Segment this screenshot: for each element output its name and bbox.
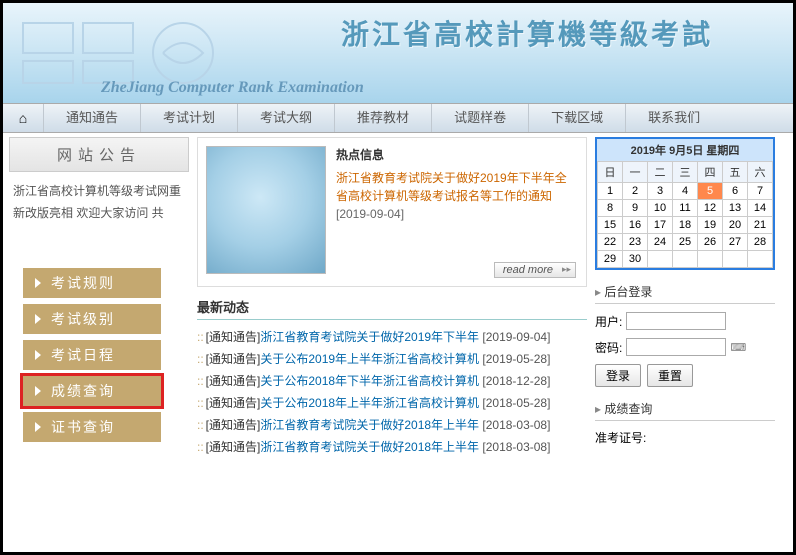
pass-label: 密码:: [595, 339, 622, 356]
news-item[interactable]: [通知通告]关于公布2018年下半年浙江省高校计算机 [2018-12-28]: [197, 370, 587, 392]
cal-day[interactable]: 17: [648, 217, 673, 234]
cal-weekday: 三: [673, 162, 698, 183]
hot-date: [2019-09-04]: [336, 207, 578, 221]
cal-day[interactable]: 14: [748, 200, 773, 217]
cal-day[interactable]: 4: [673, 183, 698, 200]
read-more-button[interactable]: read more: [494, 262, 576, 278]
cal-day[interactable]: 28: [748, 234, 773, 251]
cal-day[interactable]: 3: [648, 183, 673, 200]
banner: 浙江省高校計算機等級考試 ZheJiang Computer Rank Exam…: [3, 3, 793, 103]
user-label: 用户:: [595, 313, 622, 330]
cal-day[interactable]: 10: [648, 200, 673, 217]
cal-day[interactable]: 11: [673, 200, 698, 217]
nav-item-4[interactable]: 试题样卷: [431, 104, 528, 132]
cal-day: [723, 251, 748, 268]
sidebar-button-0[interactable]: 考试规则: [23, 268, 161, 298]
nav-item-2[interactable]: 考试大纲: [237, 104, 334, 132]
cal-day[interactable]: 2: [623, 183, 648, 200]
cal-day: [698, 251, 723, 268]
news-item[interactable]: [通知通告]浙江省教育考试院关于做好2018年上半年 [2018-03-08]: [197, 436, 587, 458]
cal-day[interactable]: 16: [623, 217, 648, 234]
nav-item-1[interactable]: 考试计划: [140, 104, 237, 132]
sidebar-button-2[interactable]: 考试日程: [23, 340, 161, 370]
score-field-label: 准考证号:: [595, 429, 646, 446]
user-input[interactable]: [626, 312, 726, 330]
score-heading: 成绩查询: [595, 397, 775, 421]
cal-day[interactable]: 18: [673, 217, 698, 234]
navbar: ⌂ 通知通告 考试计划 考试大纲 推荐教材 试题样卷 下载区域 联系我们: [3, 103, 793, 133]
cal-day[interactable]: 1: [598, 183, 623, 200]
hot-image: [206, 146, 326, 274]
nav-item-6[interactable]: 联系我们: [625, 104, 722, 132]
cal-day[interactable]: 24: [648, 234, 673, 251]
cal-day[interactable]: 19: [698, 217, 723, 234]
cal-day[interactable]: 30: [623, 251, 648, 268]
cal-day[interactable]: 26: [698, 234, 723, 251]
pass-input[interactable]: [626, 338, 726, 356]
login-button[interactable]: 登录: [595, 364, 641, 387]
cal-day: [748, 251, 773, 268]
news-item[interactable]: [通知通告]浙江省教育考试院关于做好2018年上半年 [2018-03-08]: [197, 414, 587, 436]
cal-day[interactable]: 6: [723, 183, 748, 200]
cal-day[interactable]: 25: [673, 234, 698, 251]
announcement-box: 浙江省高校计算机等级考试网重 新改版亮相 欢迎大家访问 共: [9, 172, 189, 232]
nav-item-3[interactable]: 推荐教材: [334, 104, 431, 132]
banner-title-cn: 浙江省高校計算機等級考試: [341, 13, 713, 53]
announce-line: 浙江省高校计算机等级考试网重: [13, 180, 185, 202]
cal-day[interactable]: 9: [623, 200, 648, 217]
nav-item-0[interactable]: 通知通告: [43, 104, 140, 132]
hot-info-box: 热点信息 浙江省教育考试院关于做好2019年下半年全省高校计算机等级考试报名等工…: [197, 137, 587, 287]
news-heading: 最新动态: [197, 297, 587, 320]
cal-weekday: 日: [598, 162, 623, 183]
cal-day[interactable]: 13: [723, 200, 748, 217]
cal-day[interactable]: 23: [623, 234, 648, 251]
cal-day[interactable]: 8: [598, 200, 623, 217]
hot-heading: 热点信息: [336, 146, 578, 163]
cal-day[interactable]: 27: [723, 234, 748, 251]
home-icon[interactable]: ⌂: [3, 110, 43, 126]
keyboard-icon[interactable]: ⌨: [730, 341, 746, 354]
banner-title-en: ZheJiang Computer Rank Examination: [101, 79, 364, 97]
cal-weekday: 二: [648, 162, 673, 183]
cal-day[interactable]: 21: [748, 217, 773, 234]
cal-day[interactable]: 29: [598, 251, 623, 268]
news-item[interactable]: [通知通告]关于公布2019年上半年浙江省高校计算机 [2019-05-28]: [197, 348, 587, 370]
cal-weekday: 一: [623, 162, 648, 183]
sidebar-button-1[interactable]: 考试级别: [23, 304, 161, 334]
cal-weekday: 四: [698, 162, 723, 183]
hot-body[interactable]: 浙江省教育考试院关于做好2019年下半年全省高校计算机等级考试报名等工作的通知: [336, 169, 578, 205]
cal-weekday: 六: [748, 162, 773, 183]
cal-day[interactable]: 15: [598, 217, 623, 234]
sidebar-panel-title: 网站公告: [9, 137, 189, 172]
news-item[interactable]: [通知通告]浙江省教育考试院关于做好2019年下半年 [2019-09-04]: [197, 326, 587, 348]
cal-day[interactable]: 12: [698, 200, 723, 217]
cal-day[interactable]: 22: [598, 234, 623, 251]
cal-day[interactable]: 5: [698, 183, 723, 200]
sidebar-button-4[interactable]: 证书查询: [23, 412, 161, 442]
calendar: 2019年 9月5日 星期四 日一二三四五六123456789101112131…: [595, 137, 775, 270]
announce-line: 新改版亮相 欢迎大家访问 共: [13, 202, 185, 224]
cal-day[interactable]: 20: [723, 217, 748, 234]
news-item[interactable]: [通知通告]关于公布2018年上半年浙江省高校计算机 [2018-05-28]: [197, 392, 587, 414]
nav-item-5[interactable]: 下载区域: [528, 104, 625, 132]
cal-weekday: 五: [723, 162, 748, 183]
cal-day: [673, 251, 698, 268]
login-heading: 后台登录: [595, 280, 775, 304]
sidebar-button-3[interactable]: 成绩查询: [23, 376, 161, 406]
reset-button[interactable]: 重置: [647, 364, 693, 387]
calendar-header: 2019年 9月5日 星期四: [597, 139, 773, 161]
cal-day[interactable]: 7: [748, 183, 773, 200]
cal-day: [648, 251, 673, 268]
